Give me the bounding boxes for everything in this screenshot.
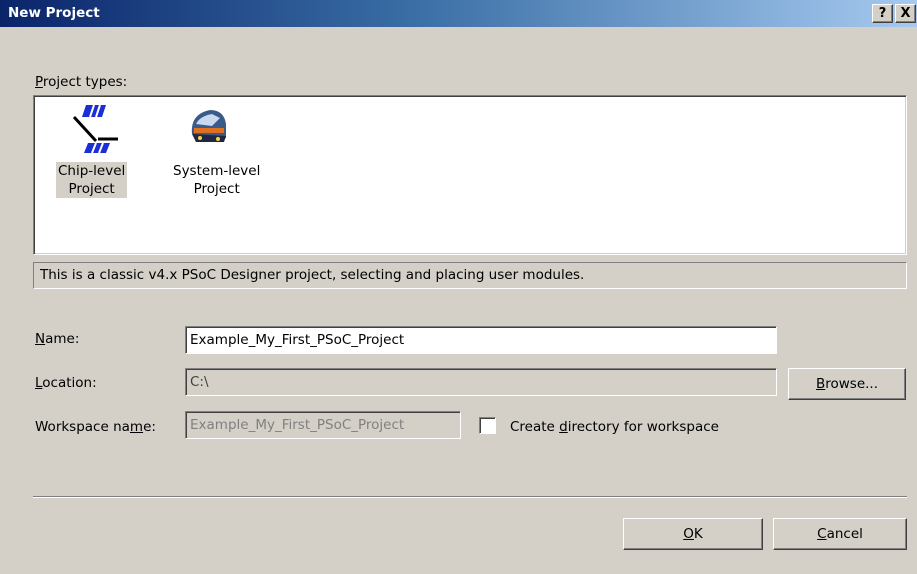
window-title: New Project xyxy=(8,5,100,21)
location-label: Location: xyxy=(35,375,97,391)
browse-button[interactable]: Browse... xyxy=(788,368,906,400)
project-types-label: Project types: xyxy=(35,74,128,90)
project-type-system-level[interactable]: System-level Project xyxy=(164,96,274,216)
workspace-name-input[interactable]: Example_My_First_PSoC_Project xyxy=(185,411,461,439)
chip-level-label-line2: Project xyxy=(68,181,115,197)
project-type-chip-level[interactable]: Chip-level Project xyxy=(34,96,144,216)
close-button[interactable]: X xyxy=(895,4,916,23)
separator xyxy=(33,496,907,498)
chip-level-icon xyxy=(72,104,118,154)
workspace-name-label: Workspace name: xyxy=(35,419,156,435)
project-types-list[interactable]: Chip-level Project System-level Project xyxy=(33,95,907,255)
help-button[interactable]: ? xyxy=(872,4,893,23)
system-level-label-line2: Project xyxy=(193,181,240,197)
create-directory-label[interactable]: Create directory for workspace xyxy=(510,419,719,435)
system-level-icon xyxy=(191,110,226,142)
create-directory-checkbox[interactable] xyxy=(479,417,496,434)
title-bar[interactable]: New Project ? X xyxy=(0,0,917,27)
name-input[interactable]: Example_My_First_PSoC_Project xyxy=(185,326,777,354)
cancel-button[interactable]: Cancel xyxy=(773,518,907,550)
name-label: Name: xyxy=(35,331,80,347)
ok-button[interactable]: OK xyxy=(623,518,763,550)
location-input[interactable]: C:\ xyxy=(185,368,777,396)
chip-level-label-line1: Chip-level xyxy=(58,163,126,179)
system-level-label-line1: System-level xyxy=(173,163,261,179)
project-description: This is a classic v4.x PSoC Designer pro… xyxy=(33,262,907,289)
